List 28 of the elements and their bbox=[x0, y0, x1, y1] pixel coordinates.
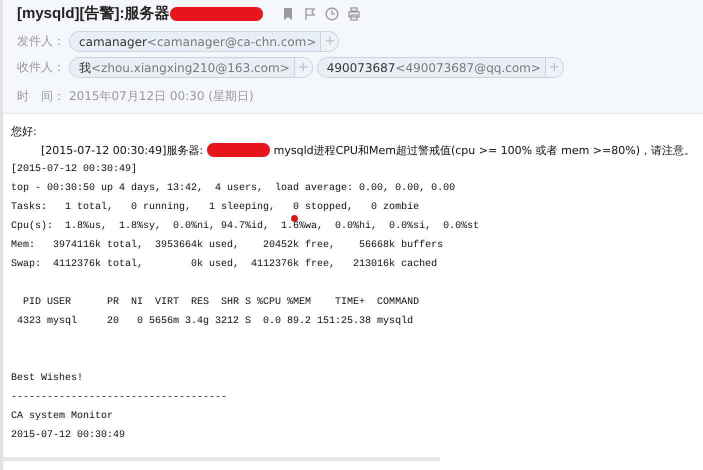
signature-line: 2015-07-12 00:30:49 bbox=[11, 430, 126, 440]
alert-text: mysqld进程CPU和Mem超过警戒值(cpu >= 100% 或者 mem >=80%)，请注意。 bbox=[274, 142, 695, 158]
print-icon[interactable] bbox=[346, 7, 360, 22]
redaction-mark bbox=[207, 143, 270, 157]
date-value: 2015年07月12日 00:30 (星期日) bbox=[69, 88, 254, 104]
signature-line: CA system Monitor bbox=[11, 410, 114, 422]
alert-text: [2015-07-12 00:30:49]服务器: bbox=[41, 142, 204, 158]
email-subject: [mysqld][告警]:服务器 bbox=[17, 4, 170, 24]
field-label: 发件人： bbox=[17, 33, 65, 50]
clock-icon[interactable] bbox=[324, 7, 338, 22]
output-line: Tasks: 1 total, 0 running, 1 sleeping, 0 stopped, 0 zombie bbox=[11, 202, 420, 212]
marker-dot bbox=[291, 214, 298, 222]
contact-chip[interactable]: 我<zhou.xiangxing210@163.com> + bbox=[69, 56, 313, 78]
process-row-text: PID USER PR NI VIRT RES SHR S %CPU %MEM TIME+ COMMAND bbox=[22, 296, 420, 308]
output-line: [2015-07-12 00:30:49] bbox=[11, 164, 138, 174]
process-row-text: 4323 mysql 20 0 5656m 3.4g 3212 S 0.0 89.2 151:25.38 mysqld bbox=[16, 316, 414, 326]
output-line: Swap: 4112376k total, 0k used, 4112376k free, 213016k cached bbox=[11, 258, 438, 270]
signature-line: ------------------------------------ bbox=[11, 392, 228, 402]
output-line: top - 00:30:50 up 4 days, 13:42, 4 users, load average: 0.00, 0.00, 0.00 bbox=[11, 182, 456, 194]
contact-chip[interactable]: camanager<camanager@ca-chn.com> + bbox=[69, 30, 340, 52]
output-line: Mem: 3974116k total, 3953664k used, 20452k free, 56668k buffers bbox=[11, 240, 444, 250]
field-label: 收件人： bbox=[17, 59, 65, 76]
greeting-text: 您好: bbox=[11, 124, 38, 140]
signature-line: Best Wishes! bbox=[11, 372, 84, 384]
field-label: 时 间： bbox=[17, 88, 65, 104]
output-line: Cpu(s): 1.8%us, 1.8%sy, 0.0%ni, 94.7%id, 1.6%wa, 0.0%hi, 0.0%si, 0.0%st bbox=[11, 220, 480, 232]
contact-chip[interactable]: 490073687<490073687@qq.com> + bbox=[316, 56, 564, 78]
flag-icon[interactable] bbox=[302, 7, 316, 22]
